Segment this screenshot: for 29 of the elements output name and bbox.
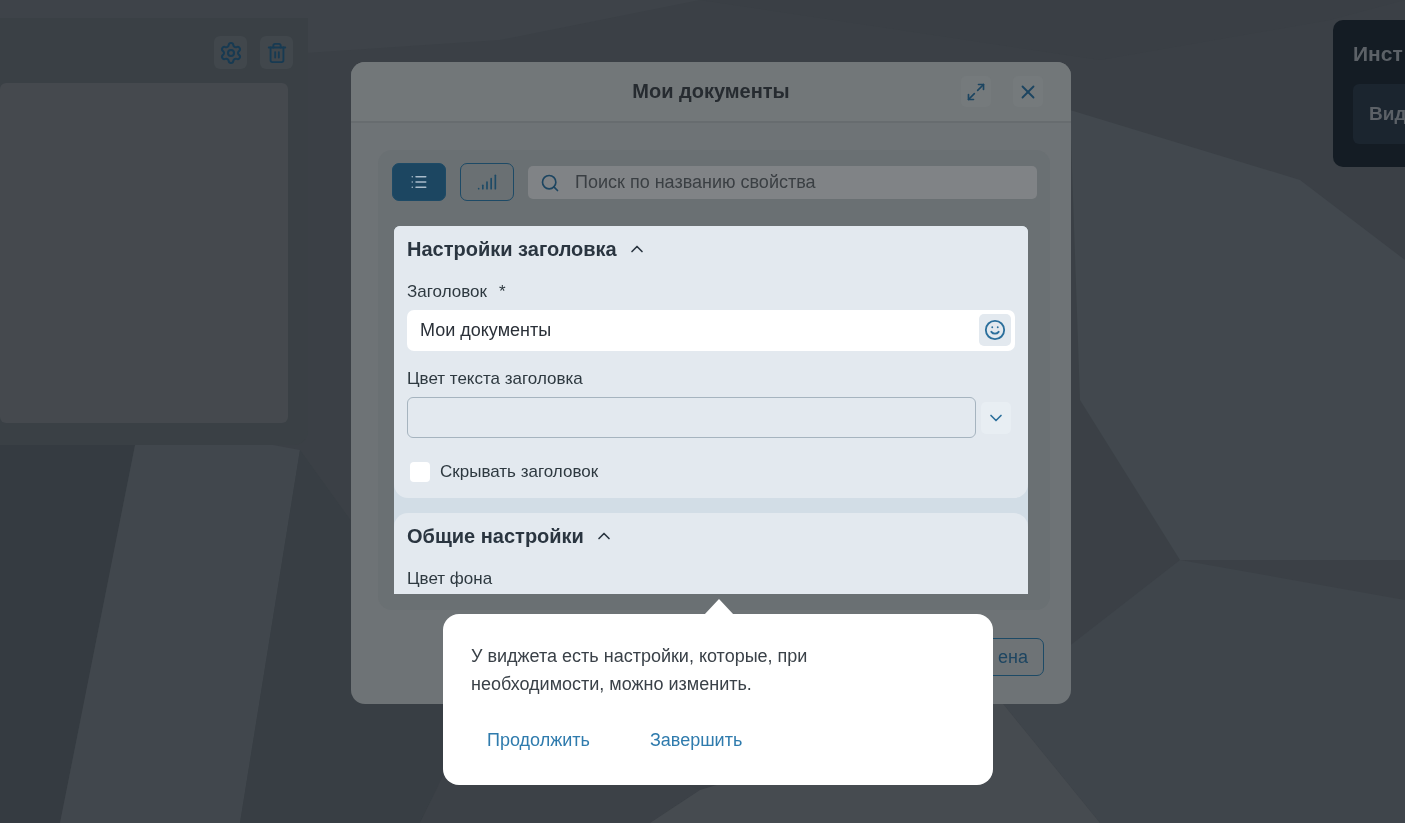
bars-icon: [477, 172, 497, 192]
section-header[interactable]: Общие настройки: [407, 521, 614, 551]
dialog-title: Мои документы: [632, 80, 790, 103]
list-view-tab[interactable]: [392, 163, 446, 201]
required-mark: *: [498, 282, 506, 302]
checkbox[interactable]: [410, 462, 430, 482]
field-label: Заголовок: [407, 282, 487, 302]
tooltip-link[interactable]: Завершить: [649, 730, 743, 751]
checkbox-label: Скрывать заголовок: [440, 462, 599, 482]
tooltip-text: У виджета есть настройки, которые, при необходимости, можно изменить.: [471, 645, 809, 696]
field-label: Цвет фона: [407, 569, 494, 589]
section-header[interactable]: Настройки заголовка: [407, 234, 647, 264]
search-field[interactable]: Поиск по названию свойства: [528, 165, 1037, 199]
search-icon: [540, 172, 560, 193]
smiley-icon: [984, 319, 1006, 341]
settings-button[interactable]: [214, 36, 247, 69]
tooltip-link[interactable]: Продолжить: [487, 730, 590, 751]
gear-icon: [218, 40, 243, 65]
emoji-button[interactable]: [979, 314, 1011, 346]
panel-title: Инст: [1353, 42, 1404, 66]
field-label: Цвет текста заголовка: [407, 369, 584, 389]
dropdown-button[interactable]: [981, 401, 1011, 434]
title-field[interactable]: Мои документы: [407, 310, 1015, 351]
delete-button[interactable]: [260, 36, 293, 69]
chart-view-tab[interactable]: [460, 163, 514, 201]
trash-icon: [265, 41, 288, 64]
expand-icon: [966, 81, 986, 102]
color-select[interactable]: [407, 397, 976, 438]
list-icon: [410, 173, 428, 191]
